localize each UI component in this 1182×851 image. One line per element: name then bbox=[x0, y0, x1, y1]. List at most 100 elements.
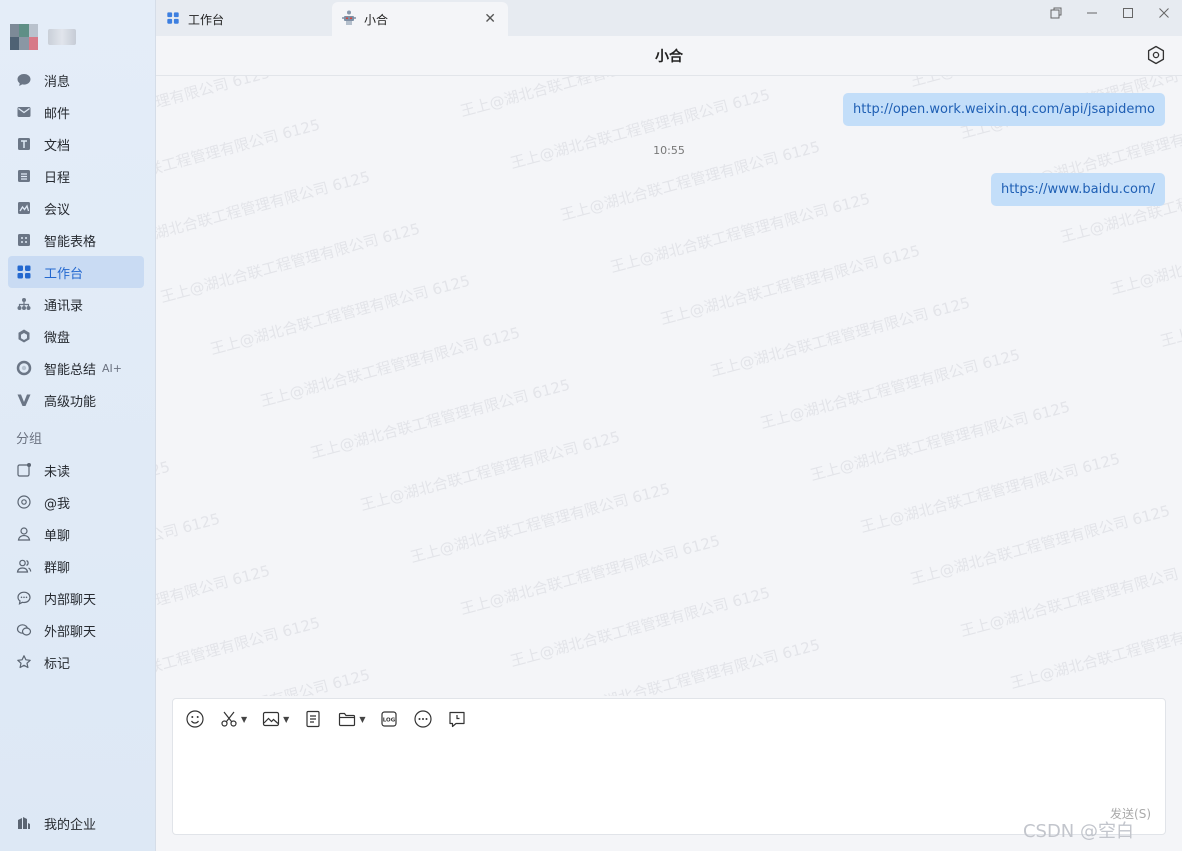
sidebar-item-external-chat[interactable]: 外部聊天 bbox=[8, 614, 144, 646]
chevron-down-icon: ▼ bbox=[241, 714, 248, 724]
chat-title: 小合 bbox=[655, 48, 683, 65]
drive-icon bbox=[16, 328, 32, 344]
watermark-text: 王上@湖北合联工程管理有限公司 6125 bbox=[156, 664, 372, 696]
sidebar-item-internal-chat[interactable]: 内部聊天 bbox=[8, 582, 144, 614]
sidebar: 消息 邮件 文档 日程 会议 智能表格 工作台 通讯录 微盘 智能总结 AI+ … bbox=[0, 0, 156, 851]
sidebar-item-label: 微盘 bbox=[44, 330, 71, 346]
sidebar-item-single-chat[interactable]: 单聊 bbox=[8, 518, 144, 550]
sidebar-item-unread[interactable]: 未读 bbox=[8, 454, 144, 486]
sidebar-item-smart-table[interactable]: 智能表格 bbox=[8, 224, 144, 256]
tab-xiaohe[interactable]: 小合 ✕ bbox=[332, 2, 508, 36]
tab-label: 工作台 bbox=[188, 12, 225, 27]
watermark-text: 王上@湖北合联工程管理有限公司 6125 bbox=[608, 189, 872, 277]
settings-button[interactable] bbox=[1146, 45, 1166, 65]
watermark-text: 王上@湖北合联工程管理有限公司 6125 bbox=[156, 167, 372, 255]
sidebar-item-summary[interactable]: 智能总结 AI+ bbox=[8, 352, 144, 384]
sidebar-item-calendar[interactable]: 日程 bbox=[8, 160, 144, 192]
sidebar-item-label: 会议 bbox=[44, 202, 71, 218]
chevron-down-icon: ▼ bbox=[359, 714, 366, 724]
watermark-text: 王上@湖北合联工程管理有限公司 6125 bbox=[758, 345, 1022, 433]
input-toolbar: ▼ ▼ ▼ LOG bbox=[185, 709, 467, 729]
document-icon bbox=[306, 710, 320, 728]
contacts-icon bbox=[16, 296, 32, 312]
sidebar-item-meeting[interactable]: 会议 bbox=[8, 192, 144, 224]
sidebar-item-label: 标记 bbox=[44, 656, 71, 672]
screenshot-button[interactable]: ▼ bbox=[219, 709, 247, 729]
history-button[interactable] bbox=[447, 709, 467, 729]
watermark-text: 王上@湖北合联工程管理有限公司 6125 bbox=[508, 85, 772, 173]
sidebar-item-docs[interactable]: 文档 bbox=[8, 128, 144, 160]
csdn-watermark: CSDN @空白 bbox=[1022, 821, 1134, 842]
bot-icon bbox=[342, 10, 356, 29]
emoji-button[interactable] bbox=[185, 709, 205, 729]
window-controls bbox=[1038, 0, 1182, 26]
sidebar-item-drive[interactable]: 微盘 bbox=[8, 320, 144, 352]
profile-area[interactable] bbox=[10, 24, 76, 50]
sidebar-item-mentions[interactable]: @我 bbox=[8, 486, 144, 518]
tab-workbench[interactable]: 工作台 bbox=[156, 2, 331, 36]
meeting-icon bbox=[16, 200, 32, 216]
popout-button[interactable] bbox=[1038, 0, 1074, 26]
sidebar-item-contacts[interactable]: 通讯录 bbox=[8, 288, 144, 320]
message-bubble-2[interactable]: https://www.baidu.com/ bbox=[990, 173, 1165, 206]
sidebar-item-label: 高级功能 bbox=[44, 394, 97, 410]
sidebar-item-my-enterprise[interactable]: 我的企业 bbox=[8, 807, 144, 839]
sidebar-item-starred[interactable]: 标记 bbox=[8, 646, 144, 678]
watermark-text: 王上@湖北合联工程管理有限公司 6125 bbox=[208, 271, 472, 359]
watermark-text: 王上@湖北合联工程管理有限公司 6125 bbox=[1108, 212, 1182, 299]
summary-icon bbox=[16, 360, 32, 376]
sidebar-item-messages[interactable]: 消息 bbox=[8, 64, 144, 96]
sidebar-item-label: 工作台 bbox=[44, 266, 84, 282]
watermark-text: 王上@湖北合联工程管理有限公司 6125 bbox=[358, 427, 622, 515]
sidebar-item-label: 外部聊天 bbox=[44, 624, 97, 640]
chat-header: 小合 bbox=[156, 36, 1182, 76]
watermark-text: 王上@湖北合联工程管理有限公司 6125 bbox=[858, 449, 1122, 537]
sidebar-item-label: 通讯录 bbox=[44, 298, 84, 314]
sidebar-bottom: 我的企业 bbox=[8, 807, 144, 839]
watermark-text: 王上@湖北合联工程管理有限公司 6125 bbox=[156, 76, 272, 151]
star-icon bbox=[16, 654, 32, 670]
document-button[interactable] bbox=[303, 709, 323, 729]
sidebar-item-label: 智能总结 bbox=[44, 362, 97, 378]
calendar-icon bbox=[16, 168, 32, 184]
message-icon bbox=[16, 72, 32, 88]
log-button[interactable]: LOG bbox=[379, 709, 399, 729]
image-button[interactable]: ▼ bbox=[261, 709, 289, 729]
watermark-text: 王上@湖北合联工程管理有限公司 6125 bbox=[156, 509, 222, 597]
more-button[interactable] bbox=[413, 709, 433, 729]
message-bubble-1[interactable]: http://open.work.weixin.qq.com/api/jsapi… bbox=[843, 93, 1165, 126]
maximize-button[interactable] bbox=[1110, 0, 1146, 26]
external-chat-icon bbox=[16, 622, 32, 638]
minimize-button[interactable] bbox=[1074, 0, 1110, 26]
watermark-text: 王上@湖北合联工程管理有限公司 6125 bbox=[908, 76, 1172, 91]
folder-icon bbox=[339, 712, 356, 727]
emoji-icon bbox=[186, 710, 204, 728]
watermark-text: 王上@湖北合联工程管理有限公司 6125 bbox=[508, 583, 772, 671]
sidebar-item-label: 邮件 bbox=[44, 106, 71, 122]
sidebar-item-label: @我 bbox=[44, 496, 71, 512]
sidebar-item-label: 日程 bbox=[44, 170, 71, 186]
at-icon bbox=[16, 494, 32, 510]
close-window-button[interactable] bbox=[1146, 0, 1182, 26]
sidebar-item-label: 文档 bbox=[44, 138, 71, 154]
watermark-text: 王上@湖北合联工程管理有限公司 6125 bbox=[558, 635, 822, 696]
sidebar-item-group-chat[interactable]: 群聊 bbox=[8, 550, 144, 582]
watermark-text: 王上@湖北合联工程管理有限公司 6125 bbox=[408, 479, 672, 567]
avatar[interactable] bbox=[10, 24, 38, 50]
workbench-icon bbox=[16, 264, 32, 280]
sidebar-item-mail[interactable]: 邮件 bbox=[8, 96, 144, 128]
sidebar-item-workbench[interactable]: 工作台 bbox=[8, 256, 144, 288]
workbench-icon bbox=[166, 11, 180, 28]
sidebar-item-advanced[interactable]: 高级功能 bbox=[8, 384, 144, 416]
more-icon bbox=[414, 710, 433, 728]
watermark-text: 王上@湖北合联工程管理有限公司 6125 bbox=[258, 323, 522, 411]
sidebar-item-label: 智能表格 bbox=[44, 234, 97, 250]
watermark-text: 王上@湖北合联工程管理有限公司 6125 bbox=[458, 531, 722, 619]
popout-icon bbox=[1050, 7, 1062, 19]
close-icon[interactable]: ✕ bbox=[484, 11, 496, 27]
main-nav: 消息 邮件 文档 日程 会议 智能表格 工作台 通讯录 微盘 智能总结 AI+ … bbox=[8, 64, 144, 416]
message-input-box[interactable]: ▼ ▼ ▼ LOG 发送(S) bbox=[172, 698, 1166, 835]
folder-button[interactable]: ▼ bbox=[337, 709, 365, 729]
chevron-down-icon: ▼ bbox=[283, 714, 290, 724]
watermark-text: 王上@湖北合联工程管理有限公司 6125 bbox=[158, 219, 422, 307]
